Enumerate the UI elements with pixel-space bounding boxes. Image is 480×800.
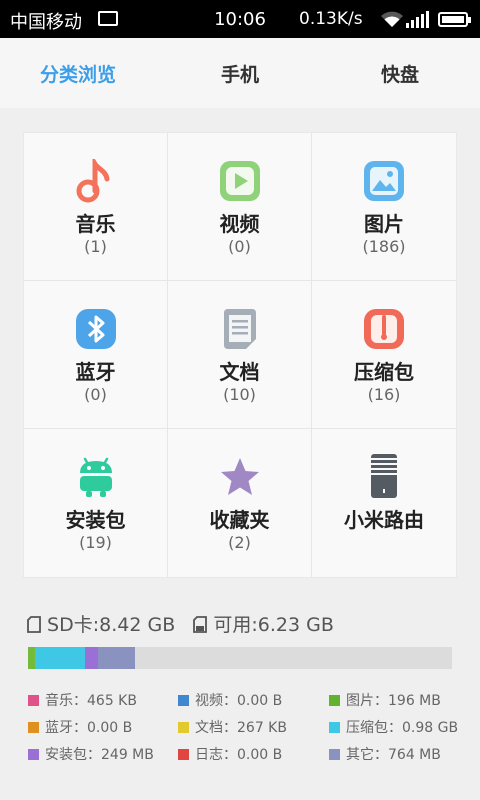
category-count: (19) bbox=[79, 533, 112, 552]
category-label: 音乐 bbox=[75, 212, 116, 236]
category-favorites[interactable]: 收藏夹 (2) bbox=[168, 429, 312, 577]
category-label: 视频 bbox=[219, 212, 260, 236]
category-apk[interactable]: 安装包 (19) bbox=[24, 429, 168, 577]
category-label: 图片 bbox=[364, 212, 404, 236]
category-label: 小米路由 bbox=[344, 508, 424, 532]
sd-card-icon bbox=[27, 616, 41, 633]
sd-available: 可用:6.23 GB bbox=[213, 614, 334, 636]
network-speed: 0.13K/s bbox=[299, 9, 363, 29]
legend-swatch bbox=[28, 749, 39, 760]
category-count: (16) bbox=[367, 385, 401, 404]
category-count: (186) bbox=[362, 237, 406, 256]
legend-swatch bbox=[329, 695, 340, 706]
legend-item: 其它：764 MB bbox=[329, 744, 441, 764]
legend-item: 音乐：465 KB bbox=[28, 690, 137, 710]
category-label: 文档 bbox=[219, 360, 260, 384]
storage-summary: SD卡:8.42 GB 可用:6.23 GB bbox=[27, 610, 334, 637]
android-icon bbox=[79, 457, 112, 497]
legend-item: 视频：0.00 B bbox=[178, 690, 282, 710]
wifi-icon bbox=[381, 11, 403, 27]
category-archives[interactable]: 压缩包 (16) bbox=[312, 281, 456, 429]
video-play-icon bbox=[219, 161, 260, 201]
legend-item: 日志：0.00 B bbox=[178, 744, 282, 764]
category-label: 收藏夹 bbox=[209, 508, 270, 532]
sd-capacity: SD卡:8.42 GB bbox=[47, 614, 176, 636]
tab-category-browse[interactable]: 分类浏览 bbox=[40, 60, 116, 87]
tab-kuaipan[interactable]: 快盘 bbox=[381, 60, 419, 87]
storage-usage-bar bbox=[28, 647, 452, 669]
battery-icon bbox=[438, 12, 471, 27]
archive-icon bbox=[364, 309, 404, 349]
category-music[interactable]: 音乐 (1) bbox=[24, 133, 168, 281]
router-icon bbox=[371, 454, 397, 498]
legend-swatch bbox=[178, 695, 189, 706]
tab-phone[interactable]: 手机 bbox=[221, 60, 259, 87]
category-count: (10) bbox=[223, 385, 256, 404]
category-count: (2) bbox=[228, 533, 251, 552]
usage-segment bbox=[85, 647, 98, 669]
bluetooth-icon bbox=[75, 309, 116, 349]
picture-icon bbox=[364, 161, 404, 201]
category-bluetooth[interactable]: 蓝牙 (0) bbox=[24, 281, 168, 429]
legend-item: 压缩包：0.98 GB bbox=[329, 717, 458, 737]
legend-swatch bbox=[329, 749, 340, 760]
signal-icon bbox=[406, 11, 429, 28]
category-label: 压缩包 bbox=[354, 360, 414, 384]
status-bar: 中国移动 10:06 0.13K/s bbox=[0, 0, 480, 38]
category-grid: 音乐 (1) 视频 (0) 图片 (186) 蓝牙 (0) 文档 (10) 压缩… bbox=[23, 132, 457, 578]
document-icon bbox=[223, 309, 256, 349]
legend-item: 蓝牙：0.00 B bbox=[28, 717, 132, 737]
category-video[interactable]: 视频 (0) bbox=[168, 133, 312, 281]
category-label: 安装包 bbox=[65, 508, 126, 532]
usage-segment bbox=[97, 647, 136, 669]
sd-available-icon bbox=[193, 616, 208, 633]
star-icon bbox=[220, 458, 259, 495]
category-pictures[interactable]: 图片 (186) bbox=[312, 133, 456, 281]
legend-swatch bbox=[28, 695, 39, 706]
tab-bar: 分类浏览 手机 快盘 bbox=[0, 38, 480, 108]
legend-swatch bbox=[178, 722, 189, 733]
legend-swatch bbox=[28, 722, 39, 733]
usage-segment bbox=[35, 647, 86, 669]
category-mi-router[interactable]: 小米路由 bbox=[312, 429, 456, 577]
legend-item: 安装包：249 MB bbox=[28, 744, 154, 764]
legend-item: 文档：267 KB bbox=[178, 717, 287, 737]
usage-segment bbox=[28, 647, 36, 669]
category-count: (0) bbox=[84, 385, 107, 404]
legend-swatch bbox=[178, 749, 189, 760]
category-count: (1) bbox=[84, 237, 107, 256]
legend-item: 图片：196 MB bbox=[329, 690, 441, 710]
legend-swatch bbox=[329, 722, 340, 733]
category-documents[interactable]: 文档 (10) bbox=[168, 281, 312, 429]
category-label: 蓝牙 bbox=[75, 360, 116, 384]
category-count: (0) bbox=[228, 237, 251, 256]
music-note-icon bbox=[76, 159, 109, 203]
